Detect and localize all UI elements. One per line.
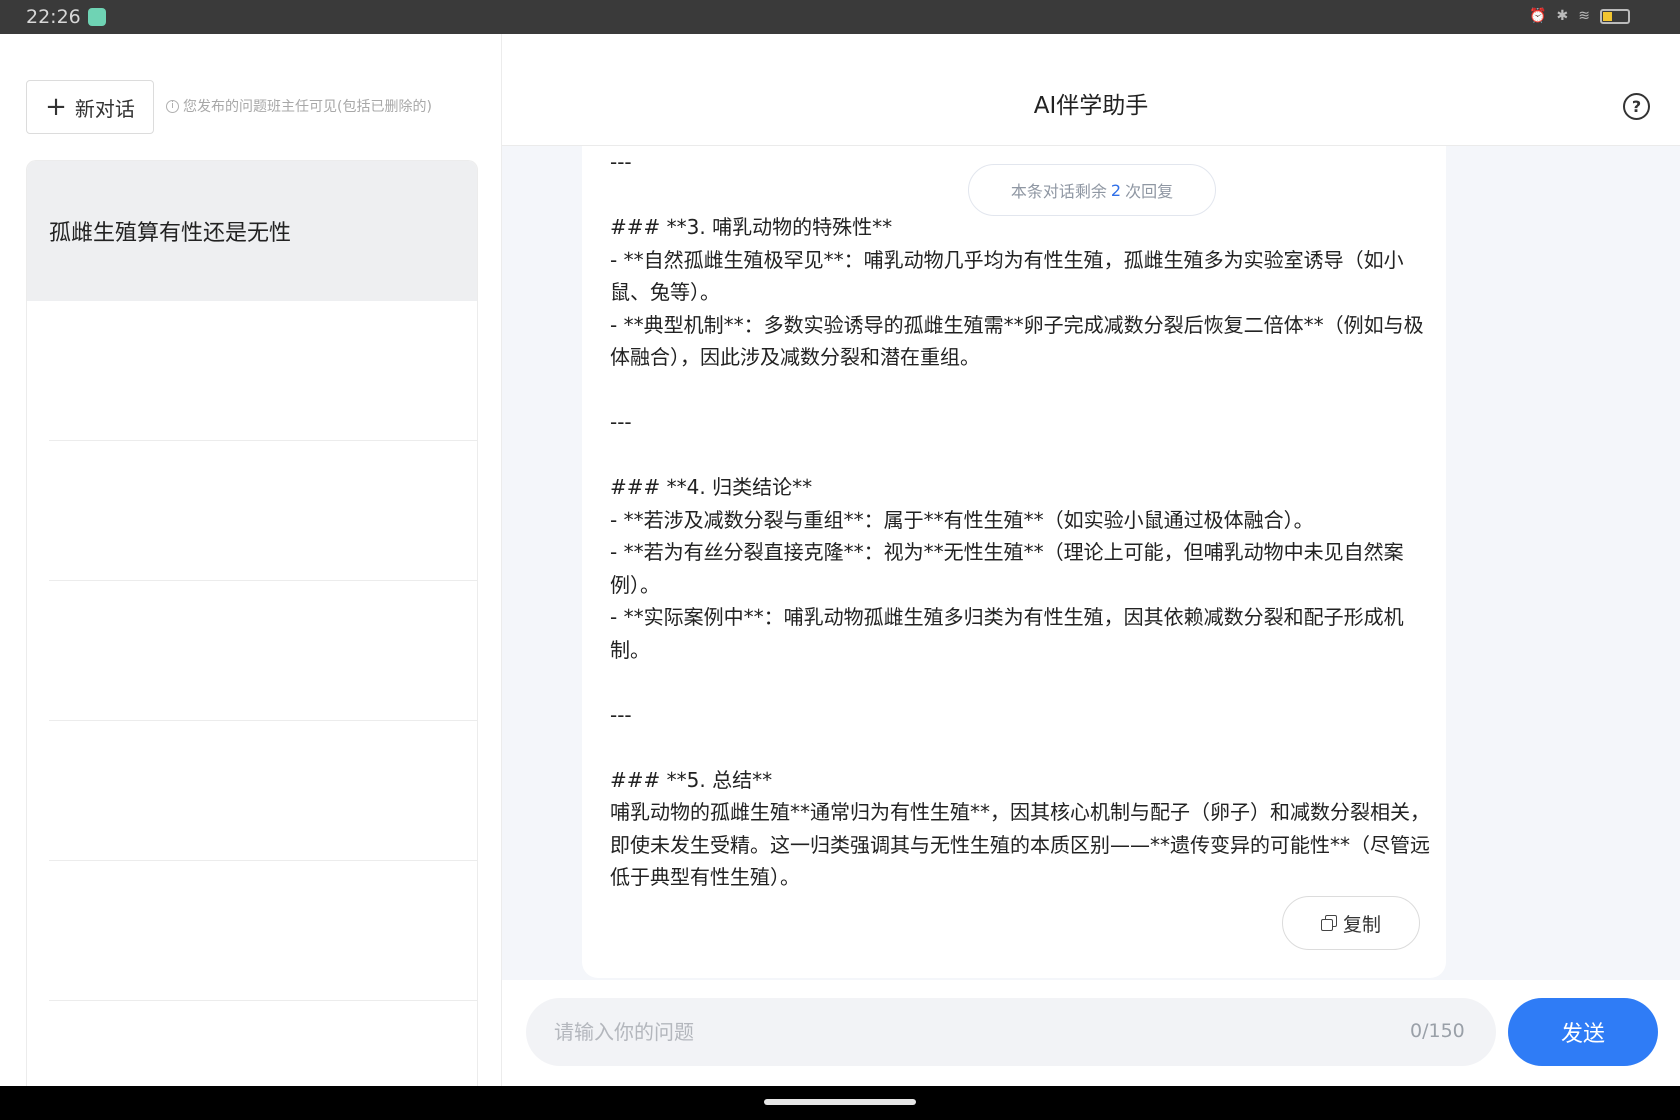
plus-icon: + <box>45 92 67 122</box>
battery-icon <box>1600 8 1630 24</box>
message-line: ### **4. 归类结论** <box>610 475 813 499</box>
new-chat-label: 新对话 <box>74 96 135 121</box>
copy-button[interactable]: 复制 <box>1282 896 1420 950</box>
message-line: - **实际案例中**：哺乳动物孤雌生殖多归类为有性生殖，因其依赖减数分裂和配子… <box>610 605 1404 662</box>
remaining-replies-badge: 本条对话剩余 2 次回复 <box>968 164 1216 216</box>
message-blank-line <box>610 731 1430 764</box>
history-item-empty <box>49 581 477 721</box>
history-item-title: 孤雌生殖算有性还是无性 <box>49 221 292 246</box>
message-line: - **若为有丝分裂直接克隆**：视为**无性生殖**（理论上可能，但哺乳动物中… <box>610 540 1404 597</box>
chat-header: AI伴学助手 ? <box>502 34 1680 146</box>
remaining-suffix: 次回复 <box>1125 182 1174 201</box>
copy-label: 复制 <box>1342 913 1381 936</box>
message-blank-line <box>610 374 1430 407</box>
wifi-icon: ≋ <box>1578 8 1590 24</box>
bluetooth-icon: ✱ <box>1556 8 1569 24</box>
history-item-empty <box>49 1001 477 1090</box>
app-notification-icon <box>88 8 106 26</box>
help-icon[interactable]: ? <box>1623 93 1650 120</box>
status-time: 22:26 <box>26 6 81 28</box>
navigation-bar <box>0 1086 1680 1120</box>
history-item-empty <box>49 721 477 861</box>
visibility-notice-text: 您发布的问题班主任可见(包括已删除的) <box>183 99 432 115</box>
message-line: ### **5. 总结** <box>610 767 773 792</box>
message-content: --- ### **3. 哺乳动物的特殊性** - **自然孤雌生殖极罕见**：哺乳… <box>610 146 1430 894</box>
home-indicator[interactable] <box>764 1099 916 1105</box>
assistant-message: --- ### **3. 哺乳动物的特殊性** - **自然孤雌生殖极罕见**：哺乳… <box>582 146 1446 978</box>
status-bar: 22:26 ⏰ ✱ ≋ <box>0 0 1680 34</box>
history-list: 孤雌生殖算有性还是无性 <box>26 160 478 1090</box>
message-blank-line <box>610 666 1430 699</box>
message-line: 哺乳动物的孤雌生殖**通常归为有性生殖**，因其核心机制与配子（卵子）和减数分裂… <box>610 800 1430 889</box>
message-line: --- <box>610 410 632 434</box>
message-line: - **若涉及减数分裂与重组**：属于**有性生殖**（如实验小鼠通过极体融合）… <box>610 507 1314 532</box>
input-bar: 0/150 发送 <box>502 980 1680 1086</box>
history-item-active[interactable]: 孤雌生殖算有性还是无性 <box>27 161 477 301</box>
remaining-prefix: 本条对话剩余 <box>1010 182 1107 201</box>
question-input[interactable] <box>526 998 1496 1066</box>
message-blank-line <box>610 439 1430 472</box>
info-icon: i <box>166 99 179 113</box>
chat-main: AI伴学助手 ? --- ### **3. 哺乳动物的特殊性** - **自然孤雌生… <box>502 34 1680 1086</box>
new-chat-button[interactable]: + 新对话 <box>26 80 154 134</box>
page-title: AI伴学助手 <box>1033 93 1149 119</box>
send-button[interactable]: 发送 <box>1508 998 1658 1066</box>
sidebar: + 新对话 i 您发布的问题班主任可见(包括已删除的) 孤雌生殖算有性还是无性 <box>0 34 502 1090</box>
char-counter: 0/150 <box>1410 1020 1465 1042</box>
status-icons: ⏰ ✱ ≋ <box>1529 8 1630 24</box>
message-line: - **自然孤雌生殖极罕见**：哺乳动物几乎均为有性生殖，孤雌生殖多为实验室诱导… <box>610 247 1404 305</box>
alarm-icon: ⏰ <box>1529 8 1547 24</box>
history-item-empty <box>49 441 477 581</box>
copy-icon <box>1320 915 1337 931</box>
visibility-notice: i 您发布的问题班主任可见(包括已删除的) <box>166 96 432 116</box>
message-line: - **典型机制**：多数实验诱导的孤雌生殖需**卵子完成减数分裂后恢复二倍体*… <box>610 312 1424 370</box>
message-line: --- <box>610 702 632 727</box>
history-item-empty <box>49 861 477 1001</box>
remaining-count: 2 <box>1110 180 1122 200</box>
history-item-empty <box>49 301 477 441</box>
